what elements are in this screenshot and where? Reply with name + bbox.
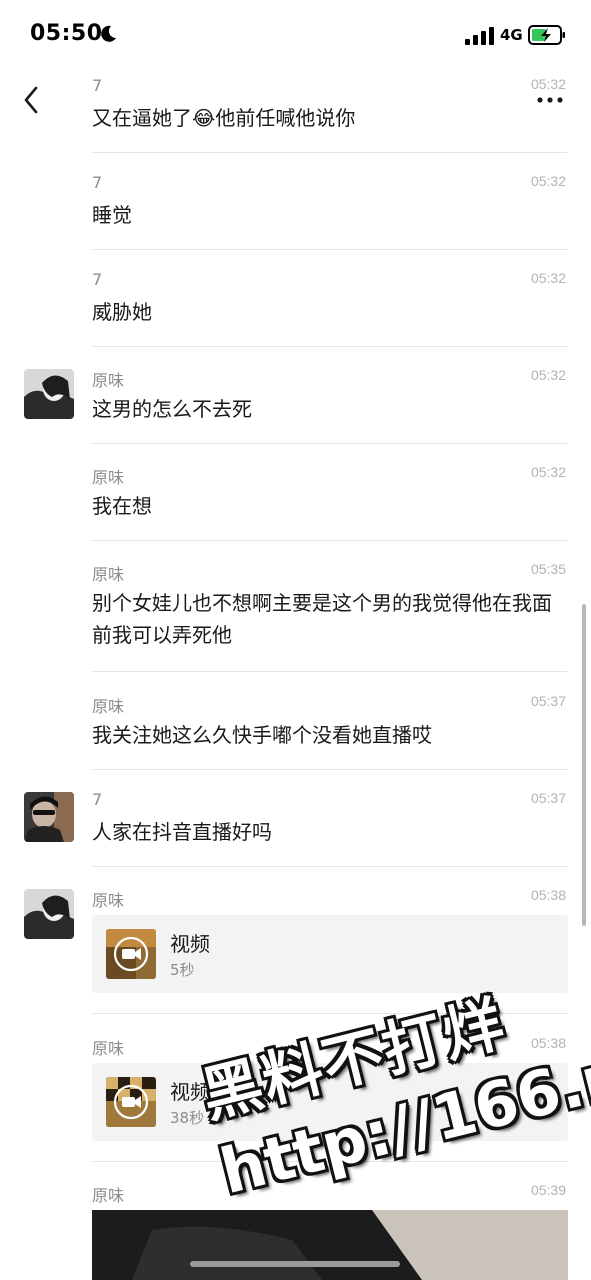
message-time: 05:32 <box>530 367 566 383</box>
message-text[interactable]: 别个女娃儿也不想啊主要是这个男的我觉得他在我面前我可以弄死他 <box>92 587 558 651</box>
signal-icon <box>465 27 494 45</box>
avatar[interactable] <box>24 792 74 842</box>
message-time: 05:32 <box>530 464 566 480</box>
sender-name[interactable]: 原味 <box>92 1035 124 1059</box>
sender-name[interactable]: 原味 <box>92 693 124 717</box>
divider <box>92 1013 567 1014</box>
video-card[interactable]: 视频 5秒 <box>92 915 568 993</box>
divider <box>92 540 567 541</box>
home-indicator[interactable] <box>190 1261 400 1267</box>
divider <box>92 866 567 867</box>
sender-name[interactable]: 7 <box>92 270 102 289</box>
divider <box>92 249 567 250</box>
message-text[interactable]: 睡觉 <box>92 199 562 231</box>
video-title: 视频 <box>170 932 210 956</box>
divider <box>92 769 567 770</box>
sender-name[interactable]: 原味 <box>92 464 124 488</box>
divider <box>92 346 567 347</box>
moon-icon <box>101 25 116 42</box>
sender-name[interactable]: 原味 <box>92 1182 124 1206</box>
message-time: 05:37 <box>530 790 566 806</box>
divider <box>92 671 567 672</box>
sender-name[interactable]: 原味 <box>92 561 124 585</box>
sender-name[interactable]: 原味 <box>92 887 124 911</box>
video-thumbnail <box>106 1077 156 1127</box>
message-time: 05:37 <box>530 693 566 709</box>
message-time: 05:32 <box>530 76 566 92</box>
message-time: 05:35 <box>530 561 566 577</box>
video-title: 视频 <box>170 1080 210 1104</box>
back-icon[interactable] <box>16 82 48 118</box>
avatar[interactable] <box>24 889 74 939</box>
message-time: 05:32 <box>530 270 566 286</box>
video-duration: 5秒 <box>170 961 195 979</box>
status-time: 05:50 <box>30 21 103 46</box>
message-time: 05:39 <box>530 1182 566 1198</box>
message-time: 05:32 <box>530 173 566 189</box>
video-duration: 38秒 <box>170 1109 205 1127</box>
message-text[interactable]: 威胁她 <box>92 296 562 328</box>
network-type: 4G <box>500 26 523 44</box>
sender-name[interactable]: 7 <box>92 76 102 95</box>
divider <box>92 1161 567 1162</box>
battery-charging-icon <box>528 25 565 45</box>
sender-name[interactable]: 7 <box>92 790 102 809</box>
message-time: 05:38 <box>530 887 566 903</box>
video-thumbnail <box>106 929 156 979</box>
message-text[interactable]: 这男的怎么不去死 <box>92 393 562 425</box>
divider <box>92 443 567 444</box>
image-message[interactable] <box>92 1210 568 1280</box>
message-text[interactable]: 人家在抖音直播好吗 <box>92 816 562 848</box>
avatar[interactable] <box>24 369 74 419</box>
divider <box>92 152 567 153</box>
message-text[interactable]: 我关注她这么久快手嘟个没看她直播哎 <box>92 719 562 751</box>
scrollbar[interactable] <box>582 604 586 926</box>
sender-name[interactable]: 原味 <box>92 367 124 391</box>
message-time: 05:38 <box>530 1035 566 1051</box>
message-text[interactable]: 又在逼她了😂他前任喊他说你 <box>92 102 562 134</box>
video-card[interactable]: 视频 38秒 <box>92 1063 568 1141</box>
sender-name[interactable]: 7 <box>92 173 102 192</box>
message-text[interactable]: 我在想 <box>92 490 562 522</box>
status-bar: 05:50 4G <box>0 0 591 70</box>
